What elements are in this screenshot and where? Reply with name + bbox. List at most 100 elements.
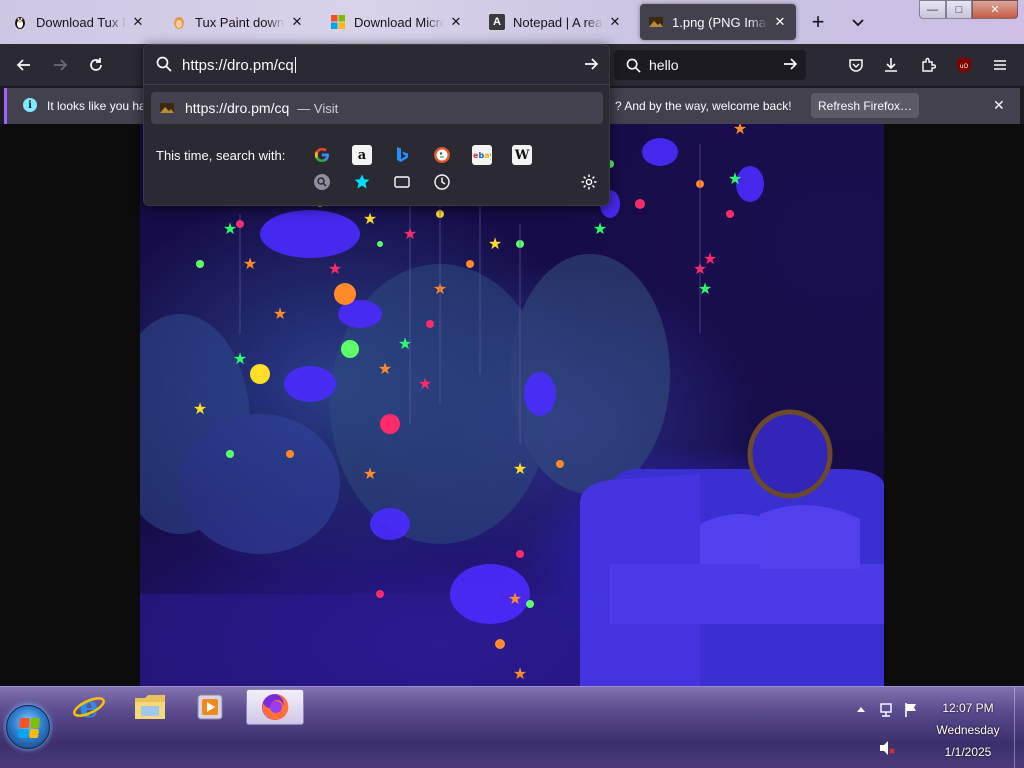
svg-text:ebay: ebay xyxy=(473,151,491,160)
start-button[interactable] xyxy=(6,705,50,749)
page-content: ★ ★ ★ ★ ★ ★ ★ ★ ★ ★ ★ ★ ★ ★ ★ ★ ★ ★ ★ ★ xyxy=(0,124,1024,686)
extensions-button[interactable] xyxy=(916,53,940,77)
tab-download-tux-paint[interactable]: Download Tux Paint ✕ xyxy=(4,4,154,40)
back-button[interactable] xyxy=(12,53,36,77)
taskbar-firefox[interactable] xyxy=(246,689,304,725)
close-icon[interactable]: ✕ xyxy=(289,14,305,30)
hamburger-menu-icon xyxy=(994,60,1006,70)
svg-text:★: ★ xyxy=(193,399,207,418)
ebay-icon[interactable]: ebay xyxy=(472,145,492,165)
search-icon xyxy=(626,58,641,73)
duckduckgo-icon[interactable] xyxy=(432,145,452,165)
info-icon: i xyxy=(23,98,37,112)
new-tab-button[interactable]: + xyxy=(806,9,830,34)
svg-text:★: ★ xyxy=(363,464,377,483)
notification-message-end: ? And by the way, welcome back! xyxy=(615,99,792,113)
url-input[interactable]: https://dro.pm/cq xyxy=(182,57,294,74)
download-icon xyxy=(885,58,897,72)
system-clock[interactable]: 12:07 PM Wednesday 1/1/2025 xyxy=(920,697,1016,763)
image-thumbnail-icon xyxy=(648,14,664,30)
puzzle-icon xyxy=(922,57,936,72)
gear-icon[interactable] xyxy=(579,172,599,192)
taskbar-internet-explorer[interactable]: e xyxy=(60,689,118,725)
tab-tux-paint-download[interactable]: Tux Paint download ✕ xyxy=(163,4,313,40)
show-hidden-icons-icon[interactable] xyxy=(856,705,866,713)
tab-title: Tux Paint download xyxy=(195,14,285,30)
window-controls: — □ ✕ xyxy=(919,0,1018,20)
volume-muted-icon[interactable] xyxy=(878,739,898,757)
orange-tux-icon xyxy=(171,14,187,30)
close-icon[interactable]: ✕ xyxy=(130,14,146,30)
taskbar-media-player[interactable] xyxy=(181,689,239,725)
tux-penguin-icon xyxy=(12,14,28,30)
pocket-button[interactable] xyxy=(844,53,868,77)
url-bar[interactable]: https://dro.pm/cq xyxy=(144,45,609,85)
forward-button[interactable] xyxy=(48,53,72,77)
suggestion-action: — Visit xyxy=(297,100,339,116)
neon-garden-image: ★ ★ ★ ★ ★ ★ ★ ★ ★ ★ ★ ★ ★ ★ ★ ★ ★ ★ ★ ★ xyxy=(140,124,884,686)
amazon-icon[interactable]: a xyxy=(352,145,372,165)
text-caret xyxy=(294,57,296,73)
svg-text:★: ★ xyxy=(488,234,502,253)
bookmarks-search-icon[interactable] xyxy=(312,172,332,192)
close-icon[interactable]: ✕ xyxy=(772,14,788,30)
svg-text:★: ★ xyxy=(233,349,247,368)
clock-date: 1/1/2025 xyxy=(944,745,992,759)
menu-button[interactable] xyxy=(988,53,1012,77)
tab-icon[interactable] xyxy=(392,172,412,192)
tab-download-microsoft[interactable]: Download Microsoft ✕ xyxy=(322,4,472,40)
ublock-origin-icon: uO xyxy=(957,57,971,73)
svg-text:★: ★ xyxy=(508,589,522,608)
reload-button[interactable] xyxy=(84,53,108,77)
google-icon[interactable] xyxy=(312,145,332,165)
tab-title: Download Tux Paint xyxy=(36,14,126,30)
windows-taskbar: e 12:07 PM Wednesday 1/1/2025 xyxy=(0,686,1024,768)
arrow-right-icon[interactable] xyxy=(782,56,798,72)
svg-text:★: ★ xyxy=(363,209,377,228)
tab-title: Notepad | A real-time xyxy=(513,14,603,30)
search-bar[interactable]: hello xyxy=(614,50,806,80)
firefox-icon xyxy=(262,693,289,720)
close-icon[interactable]: ✕ xyxy=(993,97,1005,114)
minimize-button[interactable]: — xyxy=(919,0,946,19)
svg-text:★: ★ xyxy=(733,124,747,138)
search-input[interactable]: hello xyxy=(649,57,679,73)
close-window-button[interactable]: ✕ xyxy=(972,0,1018,19)
taskbar-file-explorer[interactable] xyxy=(121,689,179,725)
tab-notepad[interactable]: A Notepad | A real-time ✕ xyxy=(481,4,631,40)
refresh-firefox-button[interactable]: Refresh Firefox… xyxy=(811,93,919,118)
svg-text:★: ★ xyxy=(328,259,342,278)
wikipedia-icon[interactable]: W xyxy=(512,145,532,165)
svg-text:uO: uO xyxy=(960,63,969,70)
show-desktop-button[interactable] xyxy=(1014,687,1024,768)
ublock-button[interactable]: uO xyxy=(952,53,976,77)
tab-strip: Download Tux Paint ✕ Tux Paint download … xyxy=(0,0,1024,44)
network-icon[interactable] xyxy=(878,701,896,719)
list-all-tabs-button[interactable] xyxy=(846,10,870,34)
svg-text:★: ★ xyxy=(243,254,257,273)
star-icon[interactable] xyxy=(352,172,372,192)
svg-text:★: ★ xyxy=(513,459,527,478)
media-player-icon xyxy=(197,694,223,720)
tab-title: Download Microsoft xyxy=(354,14,444,30)
svg-text:★: ★ xyxy=(728,169,742,188)
suggestion-url: https://dro.pm/cq xyxy=(185,100,290,116)
maximize-button[interactable]: □ xyxy=(946,0,972,19)
windows-logo-icon xyxy=(17,718,41,738)
history-icon[interactable] xyxy=(432,172,452,192)
arrow-right-icon[interactable] xyxy=(583,56,599,72)
microsoft-logo-icon xyxy=(330,14,346,30)
plus-icon: + xyxy=(811,9,825,34)
close-icon[interactable]: ✕ xyxy=(448,14,464,30)
tab-1-png[interactable]: 1.png (PNG Image ✕ xyxy=(640,4,796,40)
close-icon[interactable]: ✕ xyxy=(607,14,623,30)
action-center-flag-icon[interactable] xyxy=(902,701,920,719)
folder-icon xyxy=(135,695,165,719)
clock-day: Wednesday xyxy=(936,723,1000,737)
bing-icon[interactable] xyxy=(392,145,412,165)
downloads-button[interactable] xyxy=(879,53,903,77)
image-thumbnail-icon xyxy=(159,100,175,116)
url-suggestion-row[interactable]: https://dro.pm/cq — Visit xyxy=(151,92,603,124)
pocket-icon xyxy=(849,59,863,72)
url-bar-dropdown: https://dro.pm/cq https://dro.pm/cq — Vi… xyxy=(143,44,610,206)
